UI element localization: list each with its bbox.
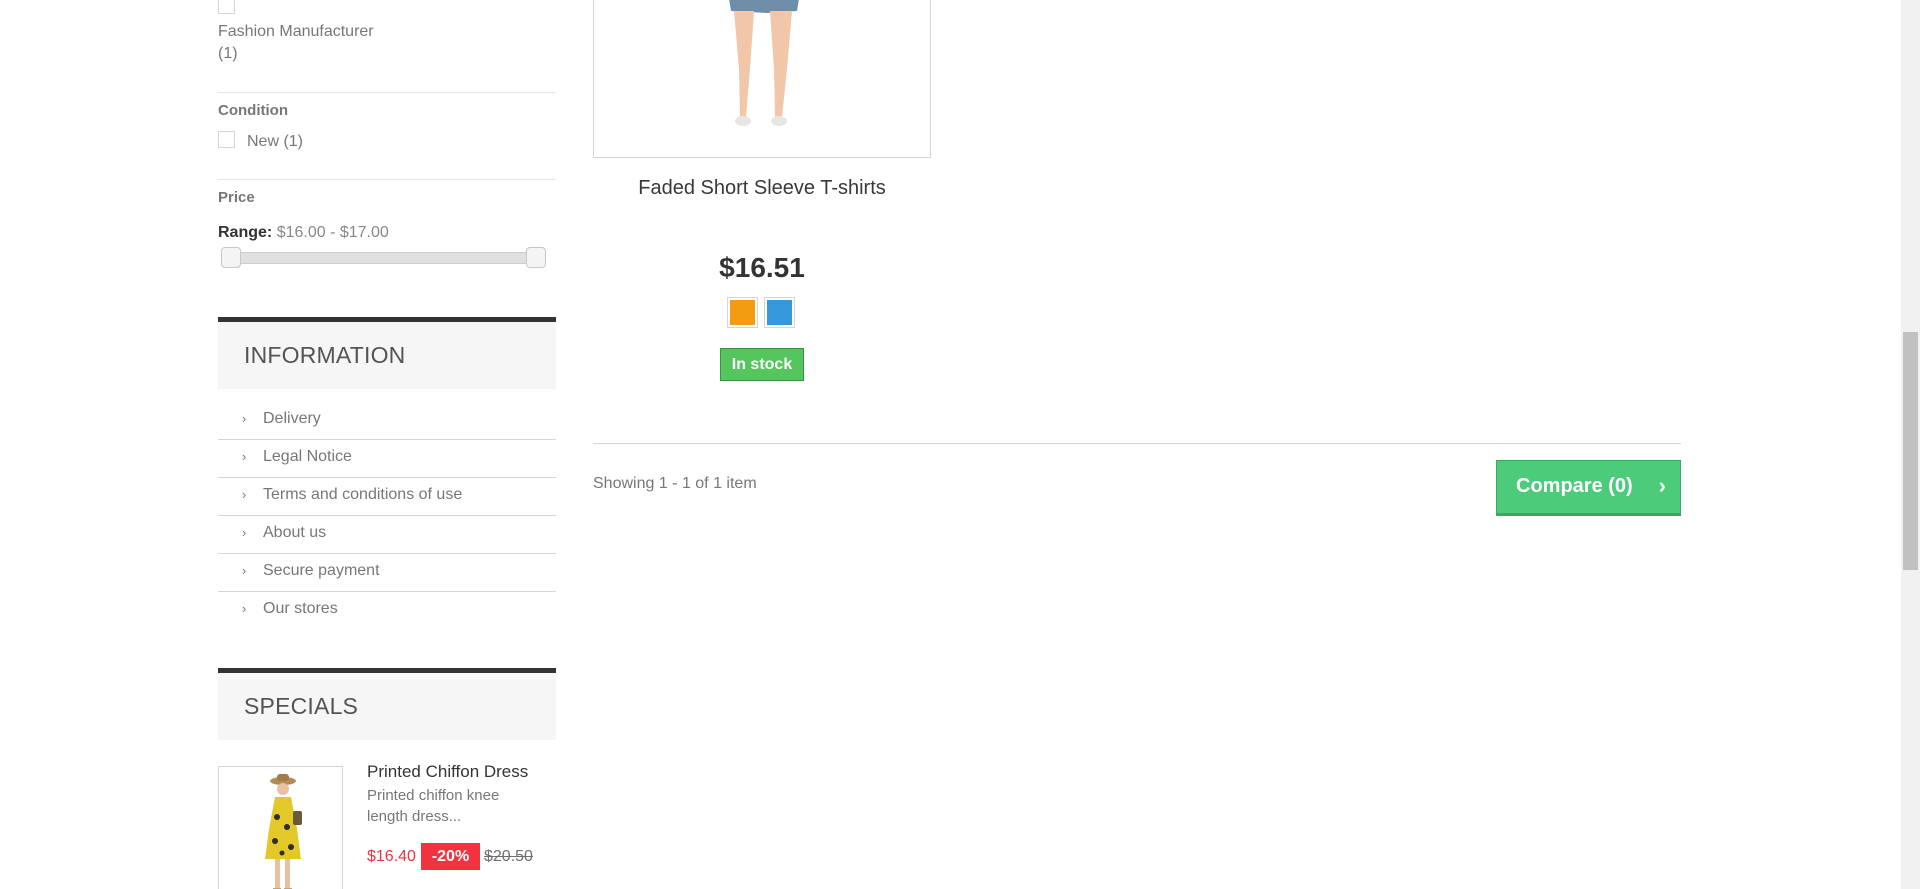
price-filter-title: Price	[218, 189, 255, 206]
filter-divider	[218, 179, 556, 180]
info-link-legal-notice[interactable]: › Legal Notice	[218, 440, 556, 478]
swatch-fill	[767, 300, 792, 325]
condition-new-checkbox[interactable]	[218, 131, 235, 148]
page-scrollbar[interactable]	[1901, 0, 1920, 889]
filter-divider	[218, 92, 556, 93]
info-link-secure-payment[interactable]: › Secure payment	[218, 554, 556, 592]
info-link-label[interactable]: Our stores	[263, 600, 338, 618]
listing-divider	[593, 443, 1681, 444]
info-link-label[interactable]: Terms and conditions of use	[263, 486, 462, 504]
info-link-label[interactable]: Legal Notice	[263, 448, 352, 466]
scrollbar-thumb[interactable]	[1903, 332, 1918, 570]
information-block-header: INFORMATION	[218, 317, 556, 389]
special-product-price: $16.40	[367, 848, 416, 865]
product-name-link[interactable]: Faded Short Sleeve T-shirts	[593, 177, 931, 200]
dress-product-icon	[219, 767, 342, 889]
chevron-right-icon: ›	[242, 411, 247, 426]
specials-block-title: SPECIALS	[244, 693, 359, 719]
condition-filter-title: Condition	[218, 102, 288, 119]
info-link-our-stores[interactable]: › Our stores	[218, 592, 556, 630]
price-slider-track[interactable]	[222, 252, 536, 264]
manufacturer-checkbox[interactable]	[218, 0, 235, 14]
special-discount-badge: -20%	[421, 843, 480, 870]
chevron-right-icon: ›	[1658, 473, 1666, 498]
specials-block-header: SPECIALS	[218, 668, 556, 740]
color-swatch-orange[interactable]	[727, 297, 758, 328]
page-viewport: Fashion Manufacturer (1) Condition New (…	[0, 0, 1920, 889]
price-range-label: Range:	[218, 224, 273, 241]
compare-button[interactable]: Compare (0) ›	[1496, 460, 1681, 516]
special-old-price: $20.50	[484, 848, 533, 865]
chevron-right-icon: ›	[242, 601, 247, 616]
chevron-right-icon: ›	[242, 563, 247, 578]
showing-items-text: Showing 1 - 1 of 1 item	[593, 475, 757, 492]
price-slider-min-handle[interactable]	[221, 247, 241, 268]
info-link-label[interactable]: Delivery	[263, 410, 321, 428]
swatch-fill	[730, 300, 755, 325]
color-swatch-blue[interactable]	[764, 297, 795, 328]
manufacturer-option-count: (1)	[218, 45, 238, 62]
product-price: $16.51	[719, 252, 805, 283]
information-block-title: INFORMATION	[244, 342, 406, 368]
info-link-label[interactable]: About us	[263, 524, 326, 542]
info-link-delivery[interactable]: › Delivery	[218, 402, 556, 440]
special-product-image[interactable]	[218, 766, 343, 889]
chevron-right-icon: ›	[242, 525, 247, 540]
special-product-name[interactable]: Printed Chiffon Dress	[367, 762, 528, 782]
price-slider-max-handle[interactable]	[526, 247, 546, 268]
price-range-value: $16.00 - $17.00	[276, 224, 389, 241]
manufacturer-option-label[interactable]: Fashion Manufacturer	[218, 21, 374, 43]
chevron-right-icon: ›	[242, 449, 247, 464]
special-product-description: Printed chiffon knee length dress...	[367, 787, 500, 825]
info-link-terms[interactable]: › Terms and conditions of use	[218, 478, 556, 516]
info-link-about-us[interactable]: › About us	[218, 516, 556, 554]
compare-button-label: Compare (0)	[1516, 475, 1633, 497]
price-range-line: Range: $16.00 - $17.00	[218, 224, 389, 242]
availability-badge: In stock	[720, 348, 804, 381]
condition-new-label[interactable]: New (1)	[247, 131, 303, 153]
info-link-label[interactable]: Secure payment	[263, 562, 380, 580]
chevron-right-icon: ›	[242, 487, 247, 502]
product-image[interactable]	[593, 0, 931, 158]
tshirt-model-icon	[594, 0, 930, 157]
